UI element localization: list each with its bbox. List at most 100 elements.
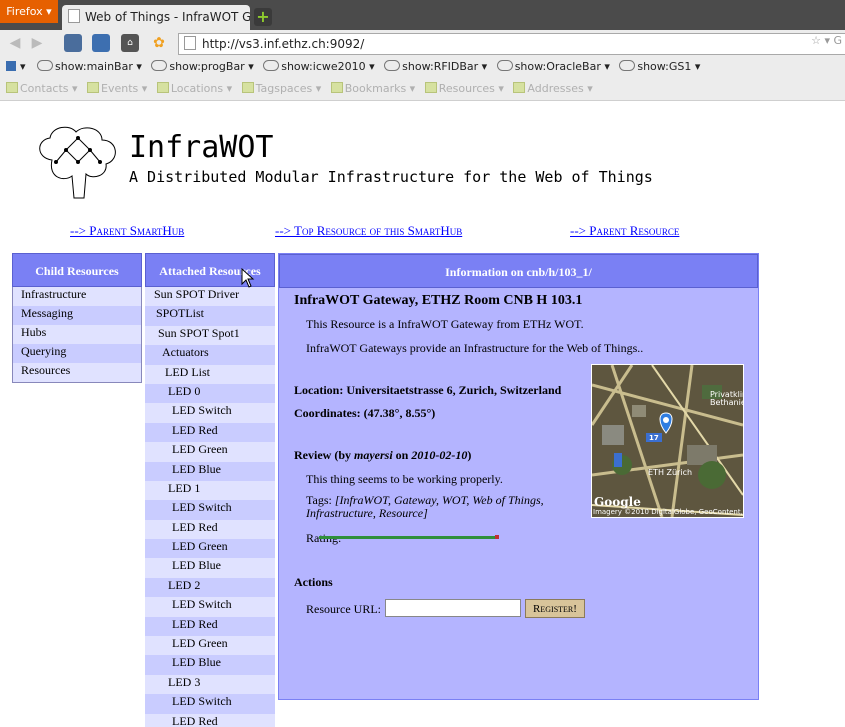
folder-icon xyxy=(87,82,100,93)
attached-resource-item[interactable]: LED Red xyxy=(145,713,275,727)
attached-resource-item[interactable]: LED Green xyxy=(145,442,275,462)
child-resource-item[interactable]: Querying xyxy=(13,344,141,363)
attached-resource-item[interactable]: LED Blue xyxy=(145,558,275,578)
map-attribution: Imagery ©2010 DigitalGlobe, GeoContent, … xyxy=(593,508,743,516)
firefox-menu-button[interactable]: Firefox ▾ xyxy=(0,0,58,23)
bookmark-item[interactable]: show:RFIDBar ▾ xyxy=(384,60,487,73)
child-resource-item[interactable]: Infrastructure xyxy=(13,287,141,306)
tab-title: Web of Things - InfraWOT Gate... xyxy=(85,10,250,24)
attached-resource-item[interactable]: LED Switch xyxy=(145,500,275,520)
actions-heading: Actions xyxy=(294,575,333,589)
browser-tab-bar: Firefox ▾ Web of Things - InfraWOT Gate.… xyxy=(0,0,845,30)
attached-resource-item[interactable]: LED Red xyxy=(145,422,275,443)
tags-value: [InfraWOT, Gateway, WOT, Web of Things, … xyxy=(306,493,544,520)
child-resource-item[interactable]: Messaging xyxy=(13,306,141,325)
attached-resource-item[interactable]: LED Switch xyxy=(145,597,275,617)
toolbar-item[interactable]: Contacts ▾ xyxy=(0,82,78,95)
new-tab-button[interactable]: + xyxy=(254,8,272,26)
bookmark-icon xyxy=(37,60,54,71)
register-button[interactable]: Register! xyxy=(525,599,585,618)
review-heading: Review (by mayersi on 2010-02-10) xyxy=(294,448,472,462)
bookmark-icon xyxy=(619,60,636,71)
top-resource-link[interactable]: --> Top Resource of this SmartHub xyxy=(275,223,462,239)
toolbar-item[interactable]: Events ▾ xyxy=(81,82,147,95)
folder-icon xyxy=(513,82,526,93)
tree-logo-icon xyxy=(39,126,116,199)
attached-resource-item[interactable]: LED Red xyxy=(145,519,275,540)
resource-title: InfraWOT Gateway, ETHZ Room CNB H 103.1 xyxy=(294,293,583,308)
parent-resource-link[interactable]: --> Parent Resource xyxy=(570,223,679,239)
parent-smarthub-link[interactable]: --> Parent SmartHub xyxy=(70,223,184,239)
review-tags: Tags: [InfraWOT, Gateway, WOT, Web of Th… xyxy=(306,493,544,520)
toolbar-item[interactable]: Addresses ▾ xyxy=(507,82,593,95)
navigation-bar: ◀ ▶ ⌂ ✿ http://vs3.inf.ethz.ch:9092/ ☆ ▾ … xyxy=(0,30,845,56)
attached-resource-item[interactable]: LED 2 xyxy=(145,577,275,598)
bookmark-icon xyxy=(384,60,401,71)
attached-resource-item[interactable]: LED 0 xyxy=(145,383,275,404)
child-resources-list: Infrastructure Messaging Hubs Querying R… xyxy=(12,287,142,383)
attached-resource-item[interactable]: LED Green xyxy=(145,539,275,559)
bookmark-icon xyxy=(263,60,280,71)
bookmark-star-icon[interactable]: ☆ ▾ G xyxy=(811,34,842,47)
attached-resource-item[interactable]: LED 3 xyxy=(145,674,275,695)
google-logo: Google xyxy=(594,495,641,509)
bookmarks-menu-arrow[interactable]: ▾ xyxy=(20,60,26,73)
review-date: 2010-02-10 xyxy=(411,448,468,462)
child-resources-panel: Child Resources Infrastructure Messaging… xyxy=(12,253,142,383)
back-arrow-icon[interactable]: ◀ xyxy=(6,34,24,52)
attached-resource-item[interactable]: LED Switch xyxy=(145,694,275,714)
bookmark-item[interactable]: show:OracleBar ▾ xyxy=(496,60,610,73)
mouse-pointer-icon xyxy=(241,268,255,288)
resource-description: This Resource is a InfraWOT Gateway from… xyxy=(306,317,584,331)
forward-arrow-icon[interactable]: ▶ xyxy=(28,34,46,52)
bookmark-item[interactable]: show:mainBar ▾ xyxy=(37,60,142,73)
folder-icon xyxy=(424,82,437,93)
browser-tab[interactable]: Web of Things - InfraWOT Gate... xyxy=(62,5,250,30)
attached-resource-item[interactable]: LED Switch xyxy=(145,403,275,423)
attached-resource-item[interactable]: LED Blue xyxy=(145,461,275,481)
home-icon[interactable]: ⌂ xyxy=(121,34,139,52)
rating-bar-end xyxy=(495,535,499,539)
toolbar-item[interactable]: Bookmarks ▾ xyxy=(325,82,415,95)
attached-resource-item[interactable]: LED Red xyxy=(145,616,275,637)
resource-url-label: Resource URL: xyxy=(306,602,381,616)
bookmarks-menu-icon[interactable] xyxy=(6,61,16,71)
rating-bar xyxy=(319,536,495,539)
attached-resources-list: Sun SPOT Driver SPOTList Sun SPOT Spot1 … xyxy=(145,287,275,727)
child-resources-heading: Child Resources xyxy=(12,253,142,287)
attached-resource-item[interactable]: LED Green xyxy=(145,636,275,656)
attached-resource-item[interactable]: LED Blue xyxy=(145,655,275,675)
attached-resource-item[interactable]: Sun SPOT Spot1 xyxy=(145,325,275,346)
child-resource-item[interactable]: Resources xyxy=(13,363,141,382)
toolbar-item[interactable]: Resources ▾ xyxy=(419,82,504,95)
site-subtitle: A Distributed Modular Infrastructure for… xyxy=(129,168,653,186)
folder-icon xyxy=(6,82,18,93)
toolbar-item[interactable]: Tagspaces ▾ xyxy=(236,82,321,95)
resource-url-input[interactable] xyxy=(385,599,521,617)
bookmark-item[interactable]: show:progBar ▾ xyxy=(151,60,254,73)
map-image[interactable]: Privatklinik Bethanien ETH Zürich 17 Goo… xyxy=(591,364,744,518)
child-resource-item[interactable]: Hubs xyxy=(13,325,141,344)
attached-resource-item[interactable]: Actuators xyxy=(145,345,275,365)
extension-toolbar: Contacts ▾ Events ▾ Locations ▾ Tagspace… xyxy=(0,78,845,101)
attached-resource-item[interactable]: SPOTList xyxy=(145,306,275,326)
toolbar-item[interactable]: Locations ▾ xyxy=(151,82,232,95)
attached-resource-item[interactable]: Sun SPOT Driver xyxy=(145,287,275,307)
bookmark-item[interactable]: show:GS1 ▾ xyxy=(619,60,700,73)
page-icon xyxy=(184,36,196,50)
stop-icon[interactable] xyxy=(64,34,82,52)
map-label: Privatklinik Bethanien xyxy=(710,390,743,407)
location-text: Location: Universitaetstrasse 6, Zurich,… xyxy=(294,383,562,397)
attached-resource-item[interactable]: LED List xyxy=(145,364,275,384)
folder-icon xyxy=(241,82,254,93)
information-heading: Information on cnb/h/103_1/ xyxy=(279,254,758,288)
attached-resource-item[interactable]: LED 1 xyxy=(145,480,275,501)
resource-description: InfraWOT Gateways provide an Infrastruct… xyxy=(306,341,644,355)
reload-icon[interactable] xyxy=(92,34,110,52)
bookmarks-toolbar: ▾ show:mainBar ▾ show:progBar ▾ show:icw… xyxy=(0,56,845,78)
bookmark-icon xyxy=(496,60,513,71)
addon-icon[interactable]: ✿ xyxy=(150,34,168,52)
bookmark-item[interactable]: show:icwe2010 ▾ xyxy=(263,60,375,73)
attached-resources-panel: Attached Resources Sun SPOT Driver SPOTL… xyxy=(145,253,275,727)
url-bar[interactable]: http://vs3.inf.ethz.ch:9092/ ☆ ▾ G xyxy=(178,33,845,55)
